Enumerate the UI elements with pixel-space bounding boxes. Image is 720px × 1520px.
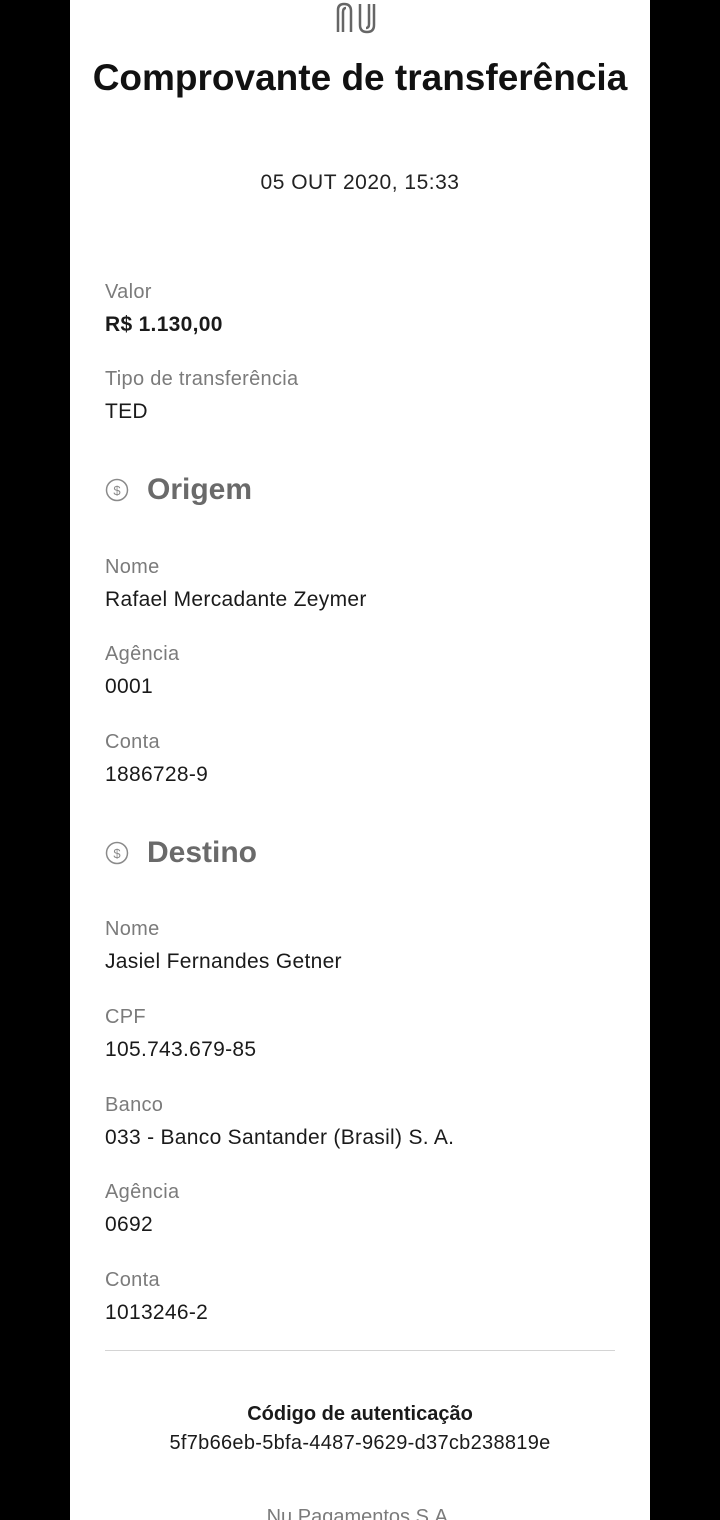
- destination-cpf-value: 105.743.679-85: [105, 1038, 257, 1061]
- destination-name-value: Jasiel Fernandes Getner: [105, 950, 342, 973]
- origin-account-value: 1886728-9: [105, 763, 209, 786]
- destination-bank-label: Banco: [105, 1094, 164, 1116]
- nubank-logo-icon: [336, 2, 376, 34]
- svg-text:$: $: [113, 483, 121, 498]
- destination-account-value: 1013246-2: [105, 1301, 209, 1324]
- origin-branch-value: 0001: [105, 675, 153, 698]
- transfer-timestamp: 05 OUT 2020, 15:33: [260, 171, 460, 194]
- dollar-circle-icon: $: [105, 841, 129, 865]
- destination-section-heading: $ Destino: [105, 835, 257, 871]
- origin-name-label: Nome: [105, 556, 160, 578]
- destination-name-label: Nome: [105, 918, 160, 940]
- transfer-type-value: TED: [105, 400, 148, 423]
- svg-text:$: $: [113, 846, 121, 861]
- footer-company: Nu Pagamentos S.A.: [266, 1506, 454, 1520]
- origin-branch-field: Agência 0001: [105, 642, 625, 700]
- origin-section-heading: $ Origem: [105, 472, 252, 508]
- authentication-code: 5f7b66eb-5bfa-4487-9629-d37cb238819e: [169, 1432, 551, 1454]
- dollar-circle-icon: $: [105, 478, 129, 502]
- origin-branch-label: Agência: [105, 643, 180, 665]
- page-title: Comprovante de transferência: [92, 57, 628, 98]
- origin-account-field: Conta 1886728-9: [105, 730, 625, 788]
- transfer-type-label: Tipo de transferência: [105, 368, 299, 390]
- authentication-title: Código de autenticação: [247, 1403, 473, 1425]
- origin-title: Origem: [147, 473, 253, 506]
- destination-branch-label: Agência: [105, 1181, 180, 1203]
- origin-name-field: Nome Rafael Mercadante Zeymer: [105, 555, 625, 613]
- transfer-receipt: Comprovante de transferência 05 OUT 2020…: [70, 0, 650, 1520]
- transfer-type-field: Tipo de transferência TED: [105, 367, 625, 425]
- origin-account-label: Conta: [105, 731, 160, 753]
- destination-branch-value: 0692: [105, 1213, 153, 1236]
- destination-account-label: Conta: [105, 1269, 160, 1291]
- amount-field: Valor R$ 1.130,00: [105, 280, 625, 338]
- destination-cpf-field: CPF 105.743.679-85: [105, 1005, 625, 1063]
- destination-bank-value: 033 - Banco Santander (Brasil) S. A.: [105, 1126, 455, 1149]
- destination-title: Destino: [147, 836, 258, 869]
- destination-account-field: Conta 1013246-2: [105, 1268, 625, 1326]
- destination-name-field: Nome Jasiel Fernandes Getner: [105, 917, 625, 975]
- amount-value: R$ 1.130,00: [105, 313, 223, 336]
- amount-label: Valor: [105, 281, 152, 303]
- destination-branch-field: Agência 0692: [105, 1180, 625, 1238]
- divider: [105, 1350, 615, 1351]
- origin-name-value: Rafael Mercadante Zeymer: [105, 588, 367, 611]
- destination-bank-field: Banco 033 - Banco Santander (Brasil) S. …: [105, 1093, 625, 1151]
- destination-cpf-label: CPF: [105, 1006, 146, 1028]
